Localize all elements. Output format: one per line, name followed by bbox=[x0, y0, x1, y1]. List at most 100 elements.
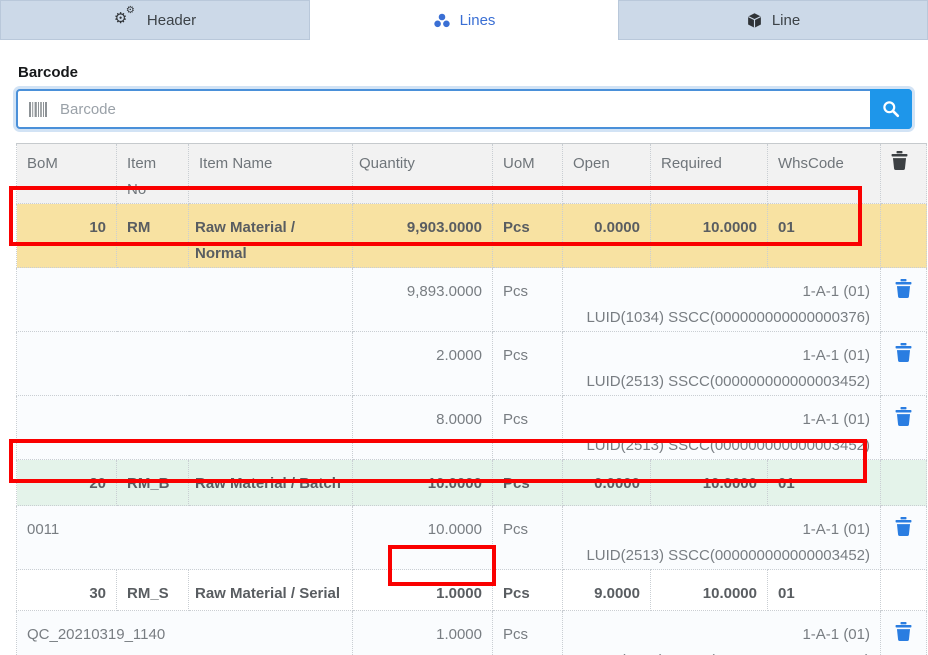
allocation-row[interactable]: 2.0000Pcs1-A-1 (01)LUID(2513) SSCC(00000… bbox=[17, 332, 927, 396]
col-open: Open bbox=[563, 144, 651, 204]
col-required: Required bbox=[651, 144, 768, 204]
cell-uom: Pcs bbox=[493, 204, 563, 268]
trash-icon[interactable] bbox=[895, 517, 912, 536]
luid-sscc: LUID(2156) SSCC(000000000000001380) bbox=[573, 648, 870, 655]
search-button[interactable] bbox=[870, 89, 912, 129]
trash-icon[interactable] bbox=[895, 407, 912, 426]
cell-uom: Pcs bbox=[493, 268, 563, 332]
cell-uom: Pcs bbox=[493, 570, 563, 611]
col-actions bbox=[881, 144, 927, 204]
cell-required: 10.0000 bbox=[651, 204, 768, 268]
cell-item-name: Raw Material / Serial bbox=[189, 570, 353, 611]
cell-quantity: 8.0000 bbox=[353, 396, 493, 460]
search-icon bbox=[882, 100, 900, 118]
allocation-row[interactable]: 001110.0000Pcs1-A-1 (01)LUID(2513) SSCC(… bbox=[17, 506, 927, 570]
allocation-row[interactable]: QC_20210319_11401.0000Pcs1-A-1 (01)LUID(… bbox=[17, 611, 927, 655]
cell-batch-serial-ref bbox=[17, 396, 353, 460]
cell-uom: Pcs bbox=[493, 460, 563, 506]
cell-location: 1-A-1 (01)LUID(2513) SSCC(00000000000000… bbox=[563, 396, 881, 460]
cell-location: 1-A-1 (01)LUID(2513) SSCC(00000000000000… bbox=[563, 506, 881, 570]
cell-quantity: 9,893.0000 bbox=[353, 268, 493, 332]
barcode-input-group bbox=[16, 89, 912, 129]
cell-actions bbox=[881, 396, 927, 460]
luid-sscc: LUID(2513) SSCC(000000000000003452) bbox=[573, 543, 870, 569]
cell-bom: 10 bbox=[17, 204, 117, 268]
allocation-row[interactable]: 8.0000Pcs1-A-1 (01)LUID(2513) SSCC(00000… bbox=[17, 396, 927, 460]
barcode-label: Barcode bbox=[18, 64, 928, 81]
cell-whscode: 01 bbox=[768, 204, 881, 268]
tab-header-label: Header bbox=[147, 12, 196, 29]
cell-quantity: 1.0000 bbox=[353, 611, 493, 655]
cell-location: 1-A-1 (01)LUID(2156) SSCC(00000000000000… bbox=[563, 611, 881, 655]
cell-batch-serial-ref: QC_20210319_1140 bbox=[17, 611, 353, 655]
cell-item-no: RM bbox=[117, 204, 189, 268]
cell-uom: Pcs bbox=[493, 506, 563, 570]
item-row[interactable]: 30RM_SRaw Material / Serial1.0000Pcs9.00… bbox=[17, 570, 927, 611]
cell-item-name: Raw Material / Normal bbox=[189, 204, 353, 268]
cell-uom: Pcs bbox=[493, 611, 563, 655]
tab-line-label: Line bbox=[772, 12, 800, 29]
tab-lines-label: Lines bbox=[460, 12, 496, 29]
item-row[interactable]: 10RMRaw Material / Normal9,903.0000Pcs0.… bbox=[17, 204, 927, 268]
tab-line[interactable]: Line bbox=[618, 0, 928, 40]
bin-location: 1-A-1 (01) bbox=[573, 517, 870, 543]
cell-required: 10.0000 bbox=[651, 570, 768, 611]
cell-location: 1-A-1 (01)LUID(1034) SSCC(00000000000000… bbox=[563, 268, 881, 332]
bin-location: 1-A-1 (01) bbox=[573, 279, 870, 305]
tab-bar: ⚙︎⚙︎ Header Lines Line bbox=[0, 0, 928, 40]
tab-header[interactable]: ⚙︎⚙︎ Header bbox=[0, 0, 310, 40]
trash-icon[interactable] bbox=[891, 151, 908, 170]
cell-actions bbox=[881, 611, 927, 655]
cell-batch-serial-ref: 0011 bbox=[17, 506, 353, 570]
cell-open: 9.0000 bbox=[563, 570, 651, 611]
cell-uom: Pcs bbox=[493, 332, 563, 396]
cell-batch-serial-ref bbox=[17, 332, 353, 396]
cell-item-no: RM_S bbox=[117, 570, 189, 611]
table-header-row: BoM Item No Item Name Quantity UoM Open … bbox=[17, 144, 927, 204]
luid-sscc: LUID(1034) SSCC(000000000000000376) bbox=[573, 305, 870, 331]
page: ⚙︎⚙︎ Header Lines Line Barcode bbox=[0, 0, 928, 655]
item-row[interactable]: 20RM_BRaw Material / Batch10.0000Pcs0.00… bbox=[17, 460, 927, 506]
trash-icon[interactable] bbox=[895, 343, 912, 362]
cell-open: 0.0000 bbox=[563, 460, 651, 506]
col-item-name: Item Name bbox=[189, 144, 353, 204]
luid-sscc: LUID(2513) SSCC(000000000000003452) bbox=[573, 369, 870, 395]
col-uom: UoM bbox=[493, 144, 563, 204]
luid-sscc: LUID(2513) SSCC(000000000000003452) bbox=[573, 433, 870, 459]
col-quantity: Quantity bbox=[353, 144, 493, 204]
cell-quantity: 10.0000 bbox=[353, 506, 493, 570]
barcode-section: Barcode bbox=[0, 64, 928, 129]
trash-icon[interactable] bbox=[895, 622, 912, 641]
bin-location: 1-A-1 (01) bbox=[573, 343, 870, 369]
trash-icon[interactable] bbox=[895, 279, 912, 298]
cell-open: 0.0000 bbox=[563, 204, 651, 268]
cell-item-no: RM_B bbox=[117, 460, 189, 506]
cell-quantity: 9,903.0000 bbox=[353, 204, 493, 268]
cell-item-name: Raw Material / Batch bbox=[189, 460, 353, 506]
cell-batch-serial-ref bbox=[17, 268, 353, 332]
bin-location: 1-A-1 (01) bbox=[573, 622, 870, 648]
cell-required: 10.0000 bbox=[651, 460, 768, 506]
barcode-input[interactable] bbox=[16, 89, 912, 129]
gears-icon: ⚙︎⚙︎ bbox=[114, 10, 138, 30]
table-body: 10RMRaw Material / Normal9,903.0000Pcs0.… bbox=[17, 204, 927, 655]
lines-table: BoM Item No Item Name Quantity UoM Open … bbox=[16, 143, 927, 655]
cell-whscode: 01 bbox=[768, 460, 881, 506]
cube-icon bbox=[746, 12, 763, 29]
cell-quantity: 1.0000 bbox=[353, 570, 493, 611]
cell-actions bbox=[881, 204, 927, 268]
cell-bom: 20 bbox=[17, 460, 117, 506]
col-item-no: Item No bbox=[117, 144, 189, 204]
allocation-row[interactable]: 9,893.0000Pcs1-A-1 (01)LUID(1034) SSCC(0… bbox=[17, 268, 927, 332]
cell-actions bbox=[881, 460, 927, 506]
cell-actions bbox=[881, 506, 927, 570]
cell-uom: Pcs bbox=[493, 396, 563, 460]
bin-location: 1-A-1 (01) bbox=[573, 407, 870, 433]
cell-actions bbox=[881, 332, 927, 396]
cell-quantity: 10.0000 bbox=[353, 460, 493, 506]
cell-quantity: 2.0000 bbox=[353, 332, 493, 396]
col-bom: BoM bbox=[17, 144, 117, 204]
tab-lines[interactable]: Lines bbox=[310, 0, 618, 40]
cell-location: 1-A-1 (01)LUID(2513) SSCC(00000000000000… bbox=[563, 332, 881, 396]
col-whscode: WhsCode bbox=[768, 144, 881, 204]
